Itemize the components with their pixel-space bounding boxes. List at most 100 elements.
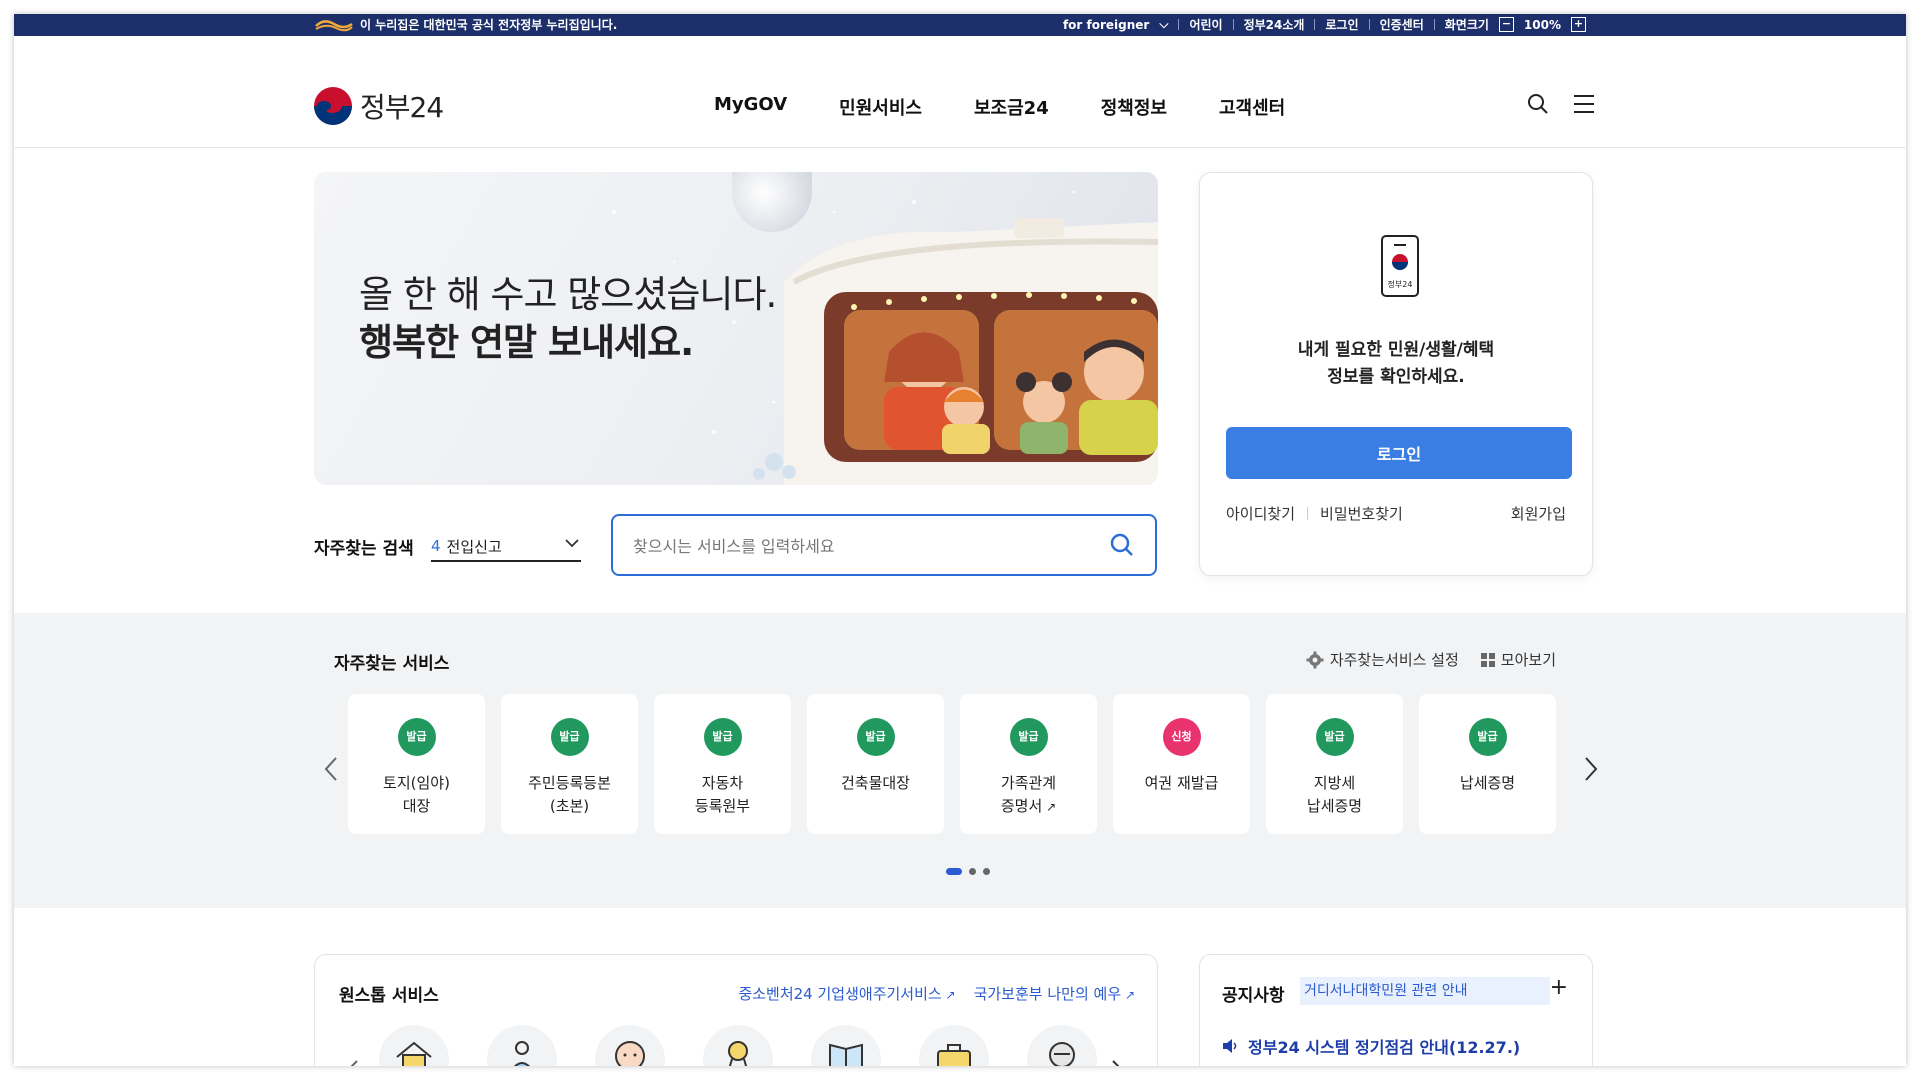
login-message-line1: 내게 필요한 민원/생활/혜택 (1297, 340, 1495, 360)
service-card-vehicle-register[interactable]: 발급 자동차 등록원부 (654, 694, 791, 834)
chevron-right-icon[interactable] (1582, 755, 1600, 783)
search-submit-icon[interactable] (1109, 532, 1135, 558)
issue-badge: 발급 (550, 718, 589, 756)
notice-ticker[interactable]: 거디서나대학민원 관련 안내 (1300, 977, 1550, 1005)
frequent-services-section: 자주찾는 서비스 자주찾는서비스 설정 모아보기 발급 토지(임야) 대장 발급 … (14, 613, 1906, 908)
baby-icon[interactable] (595, 1025, 665, 1066)
service-card-resident-register[interactable]: 발급 주민등록등본 (초본) (501, 694, 638, 834)
service-card-label: 주민등록등본 (528, 774, 611, 792)
nav-item-mygov[interactable]: MyGOV (714, 94, 787, 120)
pagination-dot-2[interactable] (969, 868, 976, 875)
chevron-down-icon (565, 539, 579, 548)
chevron-left-icon[interactable] (347, 1059, 359, 1066)
main-nav: MyGOV 민원서비스 보조금24 정책정보 고객센터 (714, 94, 1285, 120)
grid-icon (1480, 652, 1495, 667)
frequent-services-settings[interactable]: 자주찾는서비스 설정 (1306, 649, 1459, 670)
service-card-passport-reissue[interactable]: 신청 여권 재발급 (1113, 694, 1250, 834)
service-card-label: 여권 재발급 (1144, 774, 1219, 792)
cert-center-link[interactable]: 인증센터 (1380, 16, 1424, 33)
zoom-value: 100% (1523, 17, 1561, 32)
phone-logo-label: 정부24 (1387, 280, 1413, 289)
issue-badge: 발급 (397, 718, 436, 756)
intro-link[interactable]: 정부24소개 (1244, 16, 1305, 33)
external-link-icon: ↗ (1121, 988, 1135, 1002)
service-search-box (611, 514, 1157, 576)
signup-link[interactable]: 회원가입 (1511, 503, 1566, 524)
login-button[interactable]: 로그인 (1226, 427, 1572, 479)
notice-more-button[interactable]: + (1550, 975, 1568, 1000)
hero-subheadline: 행복한 연말 보내세요. (359, 321, 694, 364)
logo-text: 정부24 (360, 91, 444, 124)
nav-item-policy-info[interactable]: 정책정보 (1101, 94, 1167, 120)
frequent-search-label: 자주찾는 검색 (314, 539, 414, 559)
service-card-label: 납세증명 (1459, 774, 1516, 792)
chevron-left-icon[interactable] (322, 755, 340, 783)
zoom-in-button[interactable]: + (1571, 17, 1586, 32)
issue-badge: 발급 (1468, 718, 1507, 756)
book-icon[interactable] (811, 1025, 881, 1066)
mobile-phone-icon: 정부24 (1381, 235, 1419, 297)
menu-icon[interactable] (1572, 93, 1596, 115)
gov-topbar: 이 누리집은 대한민국 공식 전자정부 누리집입니다. for foreigne… (14, 14, 1906, 36)
briefcase-icon[interactable] (919, 1025, 989, 1066)
nav-item-customer-center[interactable]: 고객센터 (1219, 94, 1285, 120)
speaker-icon (1223, 1039, 1237, 1053)
kids-link[interactable]: 어린이 (1189, 16, 1222, 33)
service-card-label: (초본) (549, 797, 590, 815)
external-link-icon: ↗ (1042, 800, 1057, 814)
service-card-label: 건축물대장 (840, 774, 910, 792)
nav-item-civil-service[interactable]: 민원서비스 (839, 94, 922, 120)
frequent-search-rank: 4 (431, 537, 441, 555)
top-login-link[interactable]: 로그인 (1325, 16, 1358, 33)
find-id-link[interactable]: 아이디찾기 (1226, 503, 1295, 524)
pagination-dot-1[interactable] (946, 868, 962, 875)
hero-banner[interactable]: 올 한 해 수고 많으셨습니다. 행복한 연말 보내세요. (314, 172, 1158, 485)
service-card-label: 납세증명 (1306, 797, 1363, 815)
service-card-label: 토지(임야) (383, 774, 450, 792)
external-link-icon: ↗ (941, 988, 956, 1002)
notice-item-label: 정부24 시스템 정기점검 안내(12.27.) (1248, 1038, 1521, 1057)
nav-item-subsidy24[interactable]: 보조금24 (974, 94, 1049, 120)
veterans-link-label: 국가보훈부 나만의 예우 (973, 985, 1122, 1003)
service-card-family-certificate[interactable]: 발급 가족관계증명서 ↗ (960, 694, 1097, 834)
find-password-link[interactable]: 비밀번호찾기 (1320, 503, 1403, 524)
zoom-out-button[interactable]: − (1498, 17, 1514, 32)
smes24-link[interactable]: 중소벤처24 기업생애주기서비스 ↗ (738, 983, 955, 1004)
issue-badge: 발급 (1315, 718, 1354, 756)
service-card-tax-certificate[interactable]: 발급 납세증명 (1419, 694, 1556, 834)
issue-badge: 발급 (856, 718, 895, 756)
person-icon[interactable] (487, 1025, 557, 1066)
service-card-local-tax-certificate[interactable]: 발급 지방세납세증명 (1266, 694, 1403, 834)
senior-icon[interactable] (1027, 1025, 1097, 1066)
site-logo[interactable]: 정부24 (314, 86, 444, 126)
service-card-label: 등록원부 (694, 797, 751, 815)
service-card-label: 대장 (402, 797, 431, 815)
issue-badge: 발급 (1009, 718, 1048, 756)
service-search-input[interactable] (631, 530, 1075, 562)
notice-item[interactable]: 정부24 시스템 정기점검 안내(12.27.) (1222, 1034, 1520, 1058)
service-card-building-register[interactable]: 발급 건축물대장 (807, 694, 944, 834)
service-card-land-register[interactable]: 발급 토지(임야) 대장 (348, 694, 485, 834)
service-card-label: 지방세 (1313, 774, 1356, 792)
view-all-button[interactable]: 모아보기 (1480, 649, 1556, 670)
frequent-search-select[interactable]: 4 전입신고 (431, 532, 581, 562)
foreigner-link[interactable]: for foreigner (1063, 18, 1149, 32)
login-card: 정부24 내게 필요한 민원/생활/혜택 정보를 확인하세요. 로그인 아이디찾… (1199, 172, 1593, 576)
chevron-right-icon[interactable] (1111, 1059, 1123, 1066)
chevron-down-icon: ⌵ (1159, 17, 1169, 31)
ribbon-icon[interactable] (703, 1025, 773, 1066)
house-icon[interactable] (379, 1025, 449, 1066)
hero-headline: 올 한 해 수고 많으셨습니다. (359, 273, 777, 316)
service-card-label: 가족관계 (1000, 774, 1057, 792)
main-header: 정부24 MyGOV 민원서비스 보조금24 정책정보 고객센터 (14, 36, 1906, 148)
pagination-dot-3[interactable] (983, 868, 990, 875)
search-icon[interactable] (1526, 92, 1550, 116)
frequent-search-value: 전입신고 (446, 537, 502, 556)
notice-title: 공지사항 (1222, 986, 1285, 1006)
frequent-services-title: 자주찾는 서비스 (334, 654, 450, 674)
view-all-label: 모아보기 (1500, 651, 1556, 669)
smes24-link-label: 중소벤처24 기업생애주기서비스 (738, 985, 942, 1003)
veterans-link[interactable]: 국가보훈부 나만의 예우 ↗ (974, 983, 1135, 1004)
service-card-label: 증명서 (1000, 797, 1043, 815)
issue-badge: 발급 (703, 718, 742, 756)
